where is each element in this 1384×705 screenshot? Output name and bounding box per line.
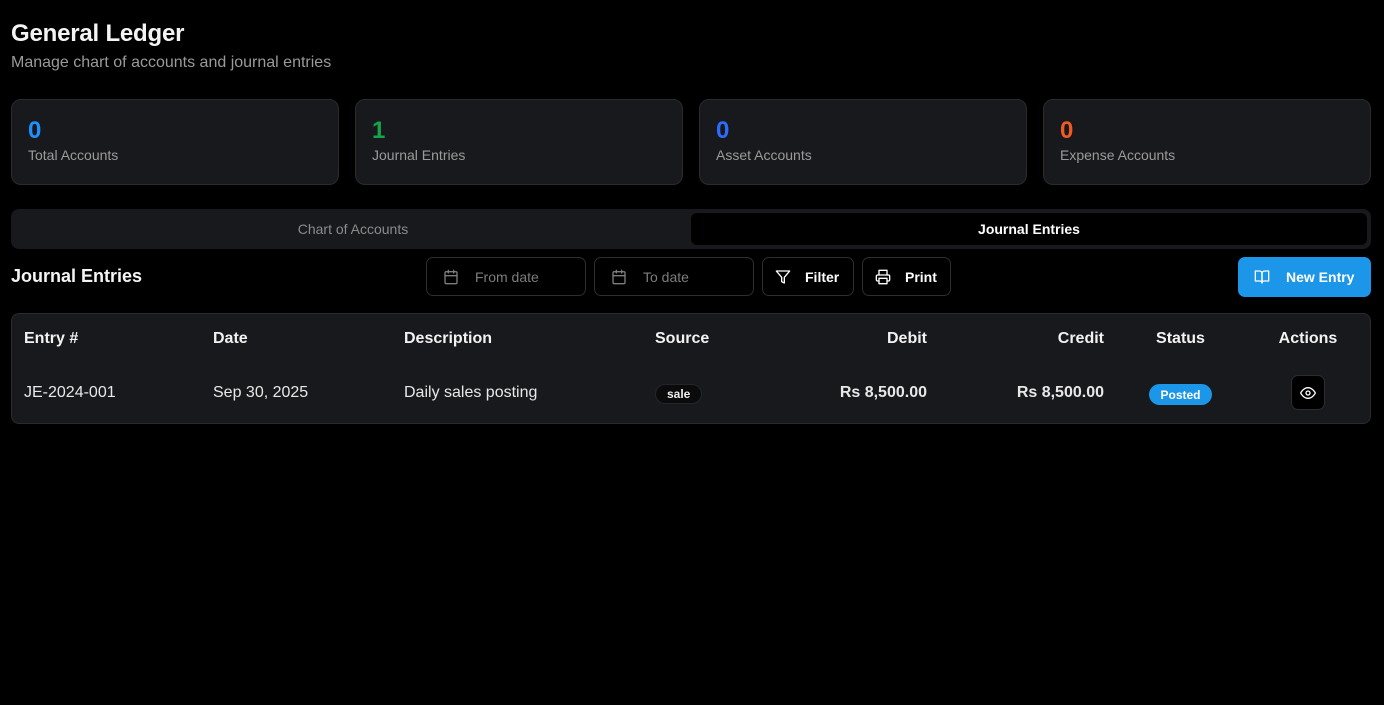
stat-value: 1 [372,117,386,144]
entry-date: Sep 30, 2025 [213,384,309,401]
page-subtitle: Manage chart of accounts and journal ent… [11,54,332,71]
column-header-status: Status [1156,330,1205,347]
printer-icon [875,269,891,285]
stat-value: 0 [1060,117,1074,144]
filter-icon [775,269,791,285]
from-date-input[interactable]: From date [426,257,586,296]
column-header-credit: Credit [1057,330,1104,347]
stat-label: Total Accounts [28,147,119,163]
print-button[interactable]: Print [862,257,951,296]
column-header-actions: Actions [1278,330,1338,347]
stat-card-total-accounts: 0 Total Accounts [11,99,339,185]
stat-label: Journal Entries [372,147,466,163]
stat-value: 0 [28,117,42,144]
status-badge: Posted [1149,384,1212,405]
stat-value: 0 [716,117,730,144]
calendar-icon [611,269,627,285]
column-header-description: Description [404,330,493,347]
stat-card-expense-accounts: 0 Expense Accounts [1043,99,1371,185]
stat-card-journal-entries: 1 Journal Entries [355,99,683,185]
to-date-placeholder: To date [643,268,689,285]
tab-chart-of-accounts[interactable]: Chart of Accounts [15,213,691,245]
book-open-icon [1254,269,1270,285]
to-date-input[interactable]: To date [594,257,754,296]
entry-description: Daily sales posting [404,384,538,401]
credit-amount: Rs 8,500.00 [1016,384,1104,401]
column-header-debit: Debit [887,330,927,347]
view-entry-button[interactable] [1291,375,1325,410]
page-title: General Ledger [11,20,185,47]
column-header-date: Date [213,330,248,347]
print-label: Print [905,268,937,285]
filter-button[interactable]: Filter [762,257,854,296]
journal-table: Entry # Date Description Source Debit Cr… [11,313,1371,424]
column-header-source: Source [655,330,710,347]
tab-bar: Chart of Accounts Journal Entries [11,209,1371,249]
section-title: Journal Entries [11,266,143,286]
stats-row: 0 Total Accounts 1 Journal Entries 0 Ass… [11,99,1371,185]
entry-number: JE-2024-001 [24,384,116,401]
from-date-placeholder: From date [475,268,539,285]
filter-label: Filter [805,268,840,285]
tab-journal-entries[interactable]: Journal Entries [691,213,1367,245]
stat-label: Expense Accounts [1060,147,1176,163]
new-entry-label: New Entry [1286,269,1355,285]
debit-amount: Rs 8,500.00 [839,384,927,401]
new-entry-button[interactable]: New Entry [1238,257,1371,297]
calendar-icon [443,269,459,285]
eye-icon [1300,385,1316,401]
source-badge: sale [655,384,703,404]
stat-card-asset-accounts: 0 Asset Accounts [699,99,1027,185]
column-header-entry: Entry # [24,330,79,347]
stat-label: Asset Accounts [716,147,812,163]
